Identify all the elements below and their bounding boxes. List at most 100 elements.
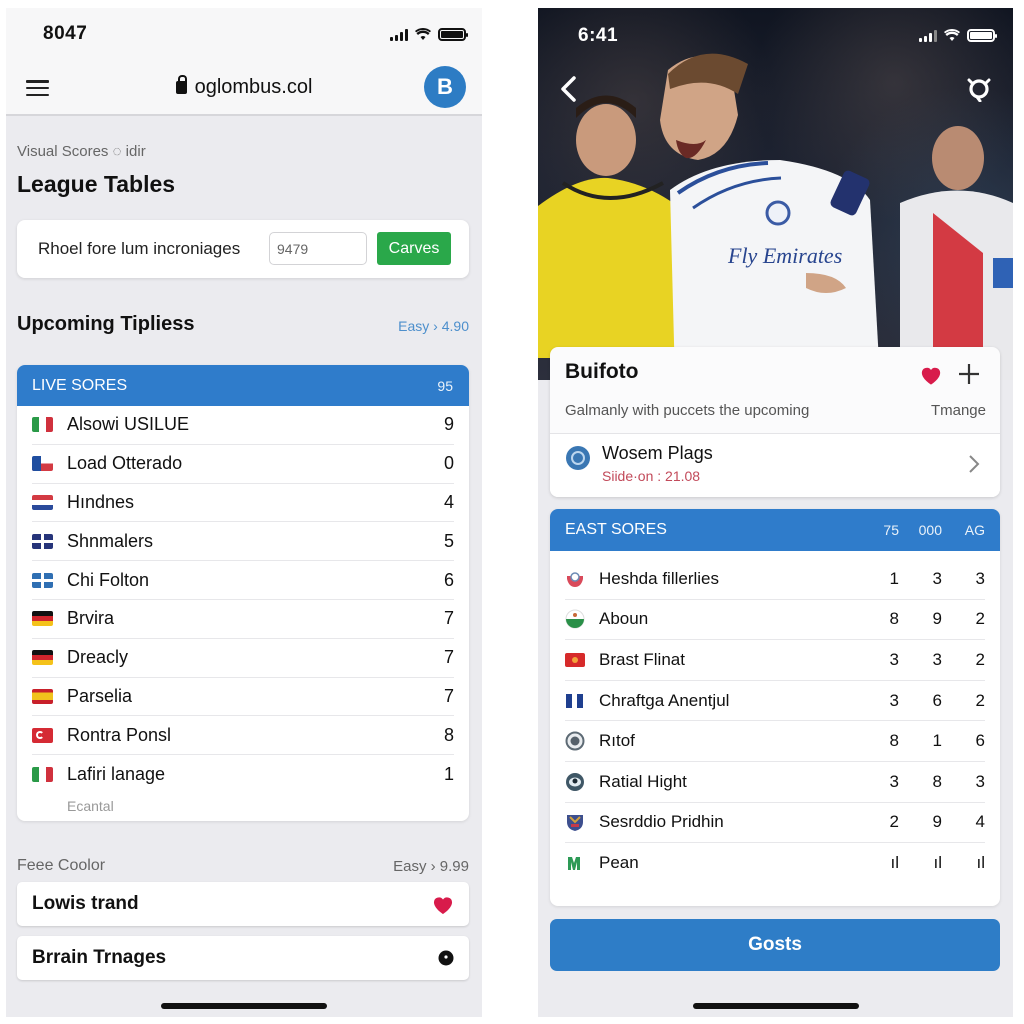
- plus-icon[interactable]: [958, 363, 980, 385]
- live-scores-title: LIVE SORES: [32, 376, 128, 394]
- back-chevron-icon[interactable]: [558, 76, 580, 102]
- team-score: 4: [443, 491, 454, 512]
- quick-entry-button[interactable]: Carves: [377, 232, 451, 265]
- crest-grey-icon: [565, 731, 585, 751]
- stat-value: 3: [889, 771, 899, 791]
- team-score: 6: [443, 569, 454, 590]
- team-score: 8: [443, 724, 454, 745]
- signal-icon: [919, 29, 937, 42]
- stat-value: ıl: [890, 853, 900, 873]
- live-scores-footnote: Ecantal: [67, 798, 114, 814]
- status-bar: 8047: [6, 8, 482, 58]
- column-header[interactable]: AG: [942, 522, 985, 538]
- table-row[interactable]: Heshda fillerlies 1 3 3: [565, 559, 985, 600]
- status-icons: [919, 28, 997, 42]
- east-scores-header: EAST SORES 75 000 AG: [550, 509, 1000, 551]
- primary-action-button[interactable]: Gosts: [550, 919, 1000, 971]
- team-score: 0: [443, 453, 454, 474]
- stat-value: 9: [932, 609, 942, 629]
- signal-icon: [390, 28, 408, 41]
- flag-czech-icon: [32, 456, 53, 472]
- stat-value: 2: [975, 690, 985, 710]
- club-logo-icon: [566, 446, 590, 470]
- wifi-icon: [415, 27, 431, 40]
- jersey-sponsor-text: Fly Emirates: [727, 243, 842, 268]
- player-left-shirt: [538, 177, 688, 358]
- table-row[interactable]: Chi Folton 6: [32, 561, 454, 600]
- stat-value: 3: [889, 649, 899, 669]
- crest-eye-icon: [565, 772, 585, 792]
- phone-left: 8047 oglombus.col B Visual Scores ◌ idir…: [6, 8, 482, 1017]
- timer-icon[interactable]: [965, 74, 993, 102]
- table-row[interactable]: Shnmalers 5: [32, 522, 454, 562]
- table-row[interactable]: Aboun 8 9 2: [565, 600, 985, 641]
- team-name: Hındnes: [67, 491, 135, 512]
- stat-value: 4: [975, 812, 985, 832]
- match-sub-item[interactable]: Wosem Plags Siide·on : 21.08: [550, 433, 1000, 497]
- flag-spain-icon: [32, 688, 53, 704]
- column-header[interactable]: 000: [899, 522, 942, 538]
- stat-value: 3: [889, 690, 899, 710]
- team-name: Dreacly: [67, 647, 129, 668]
- sub-item-title: Wosem Plags: [602, 443, 713, 463]
- upcoming-meta-link[interactable]: Easy › 4.90: [398, 318, 469, 334]
- list-item[interactable]: Lowis trand: [17, 882, 469, 926]
- table-row[interactable]: Brvira 7: [32, 600, 454, 639]
- table-row[interactable]: Lafiri lanage 1: [32, 755, 454, 794]
- table-row[interactable]: Load Otterado 0: [32, 445, 454, 484]
- dot-icon[interactable]: [438, 950, 454, 966]
- flag-grid-navy-icon: [32, 533, 53, 549]
- crest-flag-red-icon: [565, 650, 585, 670]
- page-title: League Tables: [17, 171, 176, 197]
- free-section-header: Feee Coolor Easy › 9.99: [17, 857, 469, 875]
- team-name: Ratial Hight: [599, 771, 687, 791]
- avatar[interactable]: B: [424, 66, 466, 108]
- status-time: 6:41: [578, 25, 619, 46]
- table-row[interactable]: Hındnes 4: [32, 484, 454, 523]
- stat-value: ıl: [976, 853, 986, 873]
- match-info-card: Buifoto Galmanly with puccets the upcomi…: [550, 347, 1000, 497]
- battery-icon: [438, 27, 468, 41]
- table-row[interactable]: Rıtof 8 1 6: [565, 721, 985, 762]
- table-row[interactable]: Parselia 7: [32, 678, 454, 717]
- table-row[interactable]: Alsowi USILUE 9: [32, 406, 454, 445]
- table-row[interactable]: Brast Flinat 3 3 2: [565, 640, 985, 681]
- quick-entry-input[interactable]: [269, 232, 367, 265]
- home-indicator: [692, 1003, 859, 1009]
- team-score: 7: [443, 685, 454, 706]
- stat-value: 3: [975, 568, 985, 588]
- table-row[interactable]: Dreacly 7: [32, 639, 454, 678]
- stat-value: 3: [975, 771, 985, 791]
- list-item[interactable]: Brrain Trnages: [17, 936, 469, 980]
- hero-players-illustration: Fly Emirates: [538, 53, 1013, 380]
- heart-icon[interactable]: [432, 895, 454, 914]
- table-row[interactable]: Chraftga Anentjul 3 6 2: [565, 681, 985, 722]
- table-row[interactable]: Sesrddio Pridhin 2 9 4: [565, 803, 985, 844]
- match-description-right: Tmange: [930, 402, 986, 419]
- table-row[interactable]: Ratial Hight 3 8 3: [565, 762, 985, 803]
- browser-chrome: 8047 oglombus.col B: [6, 8, 482, 116]
- status-icons: [390, 27, 468, 41]
- url-text: oglombus.col: [194, 76, 313, 98]
- address-bar[interactable]: oglombus.col: [6, 75, 482, 99]
- crest-red-icon: [565, 569, 585, 589]
- team-score: 7: [443, 608, 454, 629]
- flag-netherlands-icon: [32, 494, 53, 510]
- table-row[interactable]: Rontra Ponsl 8: [32, 716, 454, 756]
- stat-value: ıl: [933, 853, 943, 873]
- flag-turkey-icon: [32, 727, 53, 743]
- free-meta-link[interactable]: Easy › 9.99: [393, 858, 469, 875]
- flag-grid-blue-icon: [32, 572, 53, 588]
- lock-icon: [175, 75, 187, 94]
- column-header[interactable]: 75: [856, 522, 899, 538]
- stat-value: 3: [932, 568, 942, 588]
- stat-value: 8: [889, 609, 899, 629]
- flag-germany-icon: [32, 650, 53, 666]
- status-bar: 6:41: [538, 8, 1013, 58]
- quick-entry-label: Rhoel fore lum incroniages: [38, 239, 241, 258]
- team-name: Load Otterado: [67, 453, 183, 474]
- heart-icon[interactable]: [920, 365, 942, 385]
- table-row[interactable]: Pean ıl ıl ıl: [565, 843, 985, 884]
- crest-green-m-icon: [565, 853, 585, 873]
- stat-value: 6: [932, 690, 942, 710]
